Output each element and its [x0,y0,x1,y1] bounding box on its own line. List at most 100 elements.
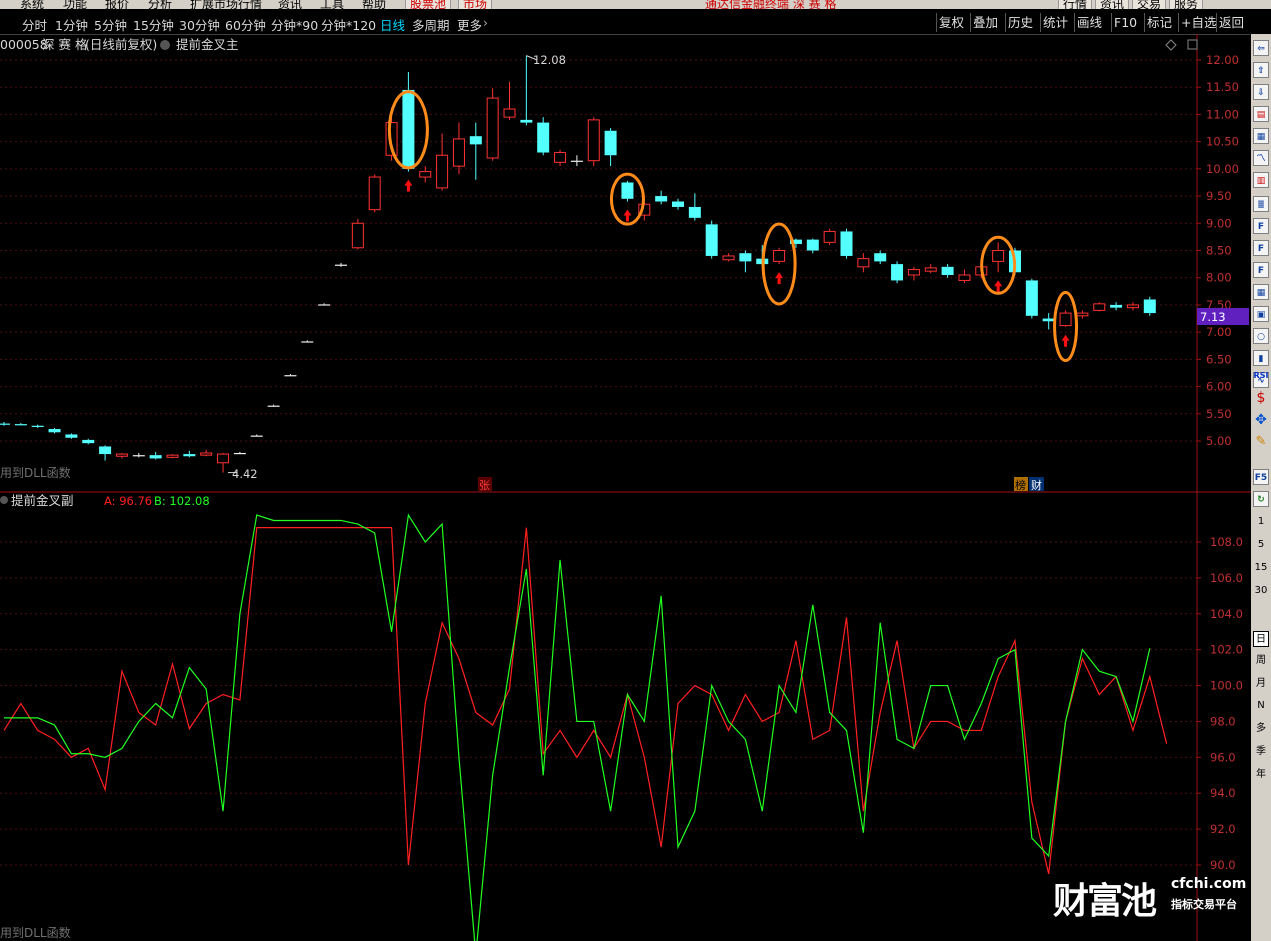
candle[interactable] [672,198,684,210]
period-tab-daily[interactable]: 日线 [380,15,405,34]
candle[interactable] [267,404,280,407]
candle[interactable] [200,449,213,457]
table-icon[interactable]: ▦ [1253,128,1269,144]
arrow-down-icon[interactable]: ⇩ [1253,84,1269,100]
candle[interactable] [0,421,10,426]
candle[interactable] [722,253,735,262]
candle[interactable] [149,451,162,460]
period-key-selected[interactable]: 日 [1253,631,1269,647]
f11-icon[interactable]: F [1253,240,1269,256]
f10-button[interactable]: F10 [1111,13,1139,32]
candle[interactable] [132,452,145,458]
period-tab[interactable]: 1分钟 [55,15,88,34]
candle[interactable] [739,250,752,273]
menu-quote-button[interactable]: 行情 [1058,0,1093,9]
candle[interactable] [823,228,836,246]
period-key[interactable]: 多 [1253,721,1269,737]
window-icon[interactable] [1187,39,1198,50]
period-key[interactable]: 周 [1253,653,1269,669]
candle[interactable] [688,193,701,221]
report-icon[interactable]: ▤ [1253,106,1269,122]
refresh-icon[interactable]: ↻ [1253,491,1269,507]
period-key[interactable]: 季 [1253,744,1269,760]
period-tab[interactable]: 分钟*90 [271,15,318,34]
candle[interactable] [1110,302,1123,311]
candle[interactable] [14,423,27,426]
candle[interactable] [368,174,381,213]
period-tab[interactable]: 15分钟 [133,15,174,34]
move-icon[interactable]: ✥ [1253,412,1269,428]
stats-button[interactable]: 统计 [1040,13,1070,32]
candle[interactable] [233,451,246,455]
candle[interactable] [958,269,971,284]
candle[interactable] [82,438,95,445]
candle[interactable] [857,253,870,273]
period-tab[interactable]: 分钟*120 [321,15,376,34]
mark-button[interactable]: 标记 [1144,13,1174,32]
candle[interactable] [840,228,853,259]
dropdown-icon[interactable] [160,40,170,50]
candle[interactable] [469,122,482,180]
candle[interactable] [655,190,668,205]
candle[interactable] [924,264,937,274]
sub-indicator-name[interactable]: 提前金叉副 [11,493,74,508]
candle[interactable] [31,424,44,428]
tab-market[interactable]: 市场 [458,0,493,9]
candle[interactable] [992,242,1005,273]
candle[interactable] [874,250,887,265]
period-tab[interactable]: 分时 [22,15,47,34]
menu-item-ext-market[interactable]: 扩展市场行情 [190,0,262,9]
period-key[interactable]: 1 [1253,514,1269,530]
candle[interactable] [452,122,465,175]
period-key[interactable]: 年 [1253,767,1269,783]
grid-icon[interactable]: ▦ [1253,284,1269,300]
kline-chart[interactable]: 12.00 11.50 11.00 10.50 10.00 9.50 9.00 8.50 8.0… [0,34,1251,941]
candle[interactable] [604,128,617,167]
f5-icon[interactable]: F5 [1253,469,1269,485]
candle[interactable] [1059,310,1072,327]
candle[interactable] [554,149,567,167]
candle[interactable] [301,340,314,343]
diamond-icon[interactable] [1165,39,1177,51]
candle[interactable] [402,71,415,172]
candle[interactable] [537,117,550,156]
adjust-button[interactable]: 复权 [936,13,966,32]
menu-trade-button[interactable]: 交易 [1132,0,1167,9]
candle[interactable] [250,434,263,437]
period-tab[interactable]: 多周期 [412,15,450,34]
dollar-icon[interactable]: $ [1253,390,1269,406]
period-tab[interactable]: 60分钟 [225,15,266,34]
candle[interactable] [486,88,499,161]
back-button[interactable]: 返回 [1216,13,1246,32]
menu-item-news[interactable]: 资讯 [278,0,302,9]
tab-stock-pool[interactable]: 股票池 [405,0,452,9]
period-key[interactable]: 30 [1253,583,1269,599]
candle[interactable] [1076,310,1089,319]
panel-icon[interactable]: ▣ [1253,306,1269,322]
f10-icon[interactable]: F [1253,218,1269,234]
period-key[interactable]: 月 [1253,676,1269,692]
candle[interactable] [1025,278,1038,319]
arrow-left-icon[interactable]: ⇦ [1253,40,1269,56]
candle[interactable] [48,427,61,434]
candle[interactable] [335,263,347,267]
candle[interactable] [183,450,196,458]
circle-icon[interactable]: ○ [1253,328,1269,344]
candle[interactable] [351,218,364,250]
period-key[interactable]: 5 [1253,537,1269,553]
candle[interactable] [907,266,920,281]
main-indicator-name[interactable]: 提前金叉主 [176,37,239,52]
add-watchlist-button[interactable]: +自选 [1178,13,1218,32]
history-button[interactable]: 历史 [1005,13,1035,32]
candle[interactable] [570,155,583,167]
f12-icon[interactable]: F [1253,262,1269,278]
candle[interactable] [318,303,331,306]
candle[interactable] [806,238,819,254]
menu-news-button[interactable]: 资讯 [1095,0,1130,9]
candle-icon[interactable]: ▮ [1253,350,1269,366]
pencil-icon[interactable]: ✎ [1253,434,1269,450]
candle[interactable] [1126,302,1139,311]
overlay-button[interactable]: 叠加 [970,13,1000,32]
menu-service-button[interactable]: 服务 [1169,0,1204,9]
menu-item-tools[interactable]: 工具 [320,0,344,9]
